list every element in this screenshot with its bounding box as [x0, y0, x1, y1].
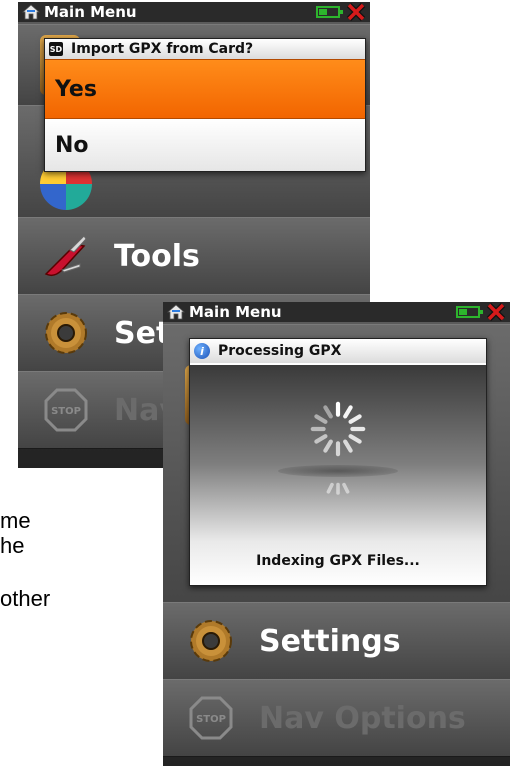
close-icon[interactable] — [346, 3, 366, 21]
loading-spinner-icon — [310, 401, 366, 457]
dialog-title: Import GPX from Card? — [71, 41, 254, 57]
stop-sign-icon: STOP — [189, 696, 233, 740]
menu-item-nav-options: STOP Nav Options — [163, 679, 510, 757]
pocket-knife-icon — [44, 235, 87, 277]
no-option[interactable]: No — [45, 119, 365, 171]
document-text-line-3: other — [0, 586, 51, 611]
import-gpx-dialog: SD Import GPX from Card? Yes No — [44, 38, 366, 172]
gear-icon — [190, 620, 232, 662]
menu-item-label: Tools — [114, 238, 200, 274]
document-text-line-2: he — [0, 533, 25, 558]
status-title: Main Menu — [44, 3, 137, 21]
home-icon[interactable] — [22, 4, 40, 20]
yes-option[interactable]: Yes — [45, 59, 365, 119]
battery-icon — [456, 306, 483, 318]
menu-item-label: Set — [114, 315, 171, 351]
processing-status-text: Indexing GPX Files... — [256, 553, 420, 569]
menu-item-tools[interactable]: Tools — [18, 217, 370, 295]
sd-card-icon: SD — [49, 42, 63, 56]
spinner-reflection-icon — [326, 482, 350, 495]
status-title: Main Menu — [189, 303, 282, 321]
status-bar: Main Menu — [163, 302, 510, 322]
gear-icon — [45, 312, 87, 354]
menu-item-label: Settings — [259, 623, 401, 659]
menu-item-label: Nav Options — [259, 700, 466, 736]
device-screen-processing: Main Menu Settings STOP Nav Options i Pr… — [163, 302, 510, 766]
battery-icon — [316, 6, 343, 18]
dialog-title-bar: i Processing GPX — [190, 339, 486, 363]
dialog-title-bar: SD Import GPX from Card? — [45, 39, 365, 59]
svg-text:STOP: STOP — [51, 406, 81, 417]
processing-gpx-dialog: i Processing GPX Indexing GPX Files... — [189, 338, 487, 586]
processing-body: Indexing GPX Files... — [190, 365, 486, 585]
home-icon[interactable] — [167, 304, 185, 320]
info-icon: i — [194, 343, 210, 359]
stop-sign-icon: STOP — [44, 388, 88, 432]
dialog-title: Processing GPX — [218, 343, 342, 359]
document-text-line-1: me — [0, 508, 31, 533]
menu-item-settings[interactable]: Settings — [163, 602, 510, 680]
spinner-shadow — [278, 465, 398, 477]
svg-text:STOP: STOP — [196, 714, 226, 725]
status-bar: Main Menu — [18, 2, 370, 22]
close-icon[interactable] — [486, 303, 506, 321]
